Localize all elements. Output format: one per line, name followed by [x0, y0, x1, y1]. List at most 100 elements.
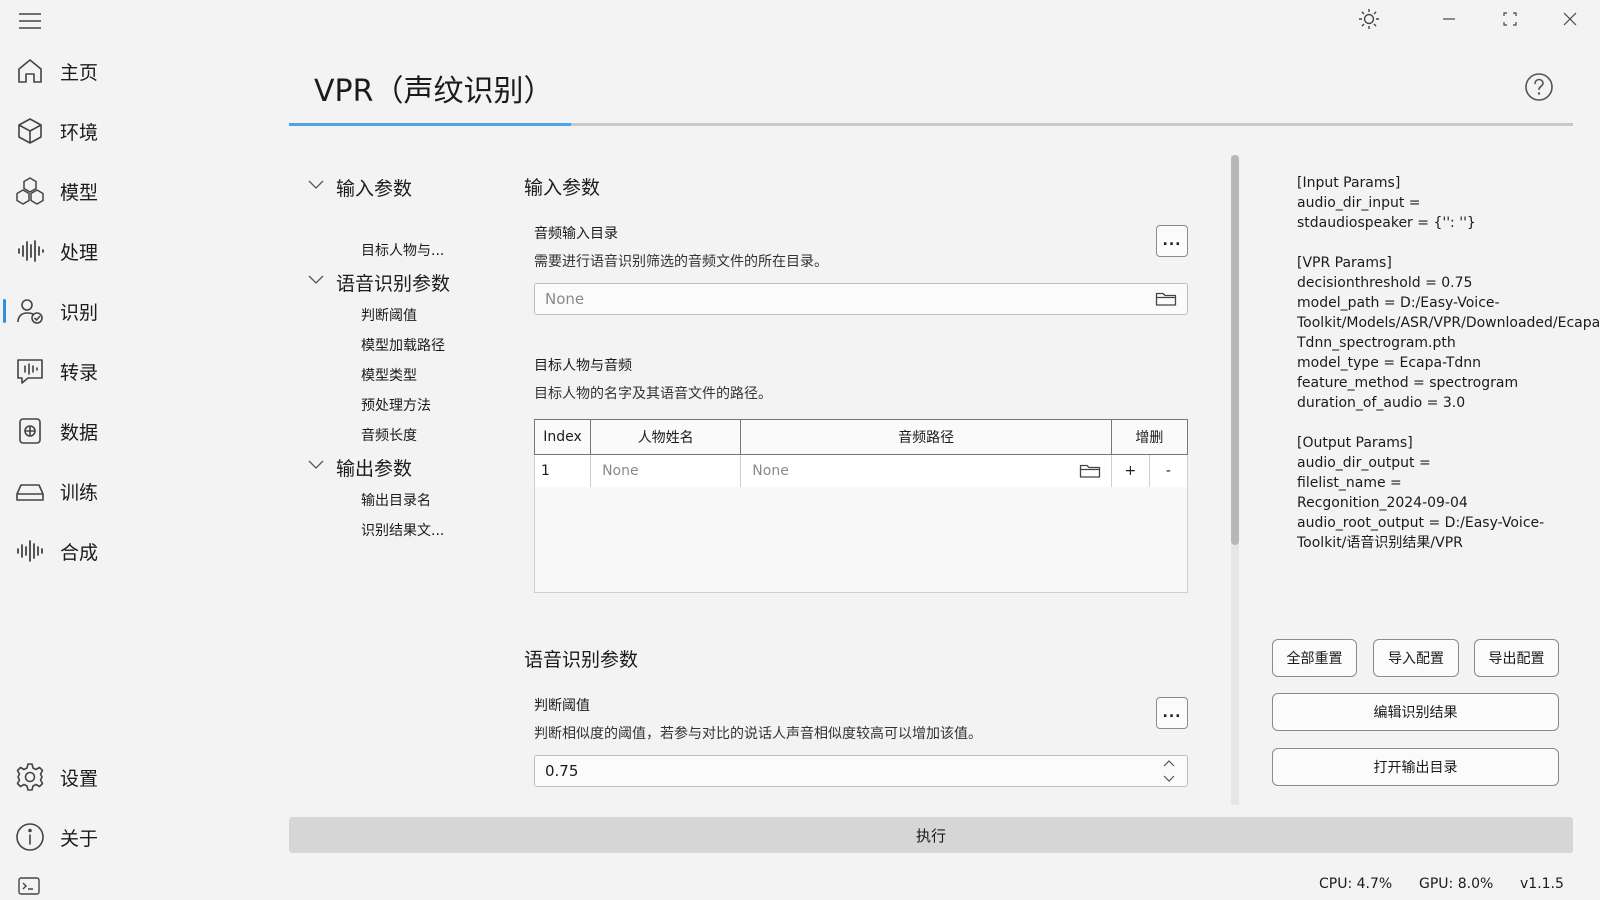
field-title-threshold: 判断阈值 — [534, 698, 590, 714]
chevron-down-icon — [308, 460, 324, 469]
chevron-down-icon[interactable] — [1163, 775, 1175, 783]
sidebar-item-synthesis[interactable]: 合成 — [0, 523, 270, 579]
reset-all-button[interactable]: 全部重置 — [1272, 639, 1357, 677]
row-index: 1 — [533, 454, 592, 488]
threshold-value: 0.75 — [545, 762, 579, 780]
tree-group-vpr[interactable]: 语音识别参数 — [308, 267, 508, 295]
tree-group-output[interactable]: 输出参数 — [308, 452, 488, 480]
audio-dir-input[interactable]: None — [534, 283, 1188, 315]
column-header-path: 音频路径 — [740, 419, 1112, 455]
sidebar-item-train[interactable]: 训练 — [0, 463, 270, 519]
sidebar-item-models[interactable]: 模型 — [0, 163, 270, 219]
open-output-dir-button[interactable]: 打开输出目录 — [1272, 748, 1559, 786]
tree-item-targets[interactable]: 目标人物与... — [361, 240, 444, 260]
drive-icon — [14, 475, 46, 507]
minimize-icon — [1443, 18, 1455, 20]
tree-item-result-file[interactable]: 识别结果文... — [361, 520, 444, 540]
tree-group-label: 输出参数 — [336, 458, 413, 480]
threshold-more-button[interactable]: ... — [1156, 697, 1188, 729]
maximize-icon — [1503, 12, 1517, 26]
sidebar-item-label: 转录 — [60, 361, 99, 384]
field-title-audio-dir: 音频输入目录 — [534, 226, 618, 242]
sidebar-item-label: 环境 — [60, 121, 99, 144]
sidebar-item-transcribe[interactable]: 转录 — [0, 343, 270, 399]
progress-fill — [289, 123, 572, 126]
tree-item-feature-method[interactable]: 预处理方法 — [361, 395, 431, 415]
transcribe-icon — [14, 355, 46, 387]
run-button[interactable]: 执行 — [289, 817, 1573, 853]
voice-id-icon — [14, 295, 46, 327]
database-icon — [14, 415, 46, 447]
table-header-row: Index 人物姓名 音频路径 增删 — [533, 419, 1189, 455]
tree-item-output-dir[interactable]: 输出目录名 — [361, 490, 431, 510]
waveform-icon — [14, 235, 46, 267]
tree-item-audio-dir[interactable]: 音频输入目录 — [361, 210, 445, 230]
sidebar-item-label: 设置 — [60, 767, 99, 790]
person-name-input[interactable]: None — [590, 454, 742, 488]
folder-icon[interactable] — [1155, 290, 1177, 308]
theme-toggle-button[interactable] — [1340, 0, 1398, 38]
close-icon — [1563, 12, 1577, 26]
audio-path-placeholder: None — [752, 463, 789, 479]
chevron-up-icon[interactable] — [1163, 759, 1175, 767]
tree-item-model-path[interactable]: 模型加载路径 — [361, 335, 445, 355]
tree-item-duration[interactable]: 音频长度 — [361, 425, 417, 445]
section-title-vpr: 语音识别参数 — [524, 649, 639, 671]
section-title-input: 输入参数 — [524, 177, 601, 199]
import-config-button[interactable]: 导入配置 — [1373, 639, 1459, 677]
sidebar-item-data[interactable]: 数据 — [0, 403, 270, 459]
threshold-spinbox[interactable]: 0.75 — [534, 755, 1188, 787]
sidebar-item-recognition[interactable]: 识别 — [0, 283, 270, 339]
progress-track — [289, 123, 1573, 126]
field-desc-audio-dir: 需要进行语音识别筛选的音频文件的所在目录。 — [534, 254, 828, 270]
sidebar-item-label: 主页 — [60, 61, 99, 84]
params-preview: [Input Params] audio_dir_input = stdaudi… — [1297, 175, 1600, 551]
edit-results-button[interactable]: 编辑识别结果 — [1272, 693, 1559, 731]
audio-dir-more-button[interactable]: ... — [1156, 225, 1188, 257]
field-title-targets: 目标人物与音频 — [534, 358, 632, 374]
field-desc-threshold: 判断相似度的阈值，若参与对比的说话人声音相似度较高可以增加该值。 — [534, 726, 982, 742]
chevron-down-icon — [308, 275, 324, 284]
tree-group-label: 输入参数 — [336, 178, 413, 200]
tree-group-label: 语音识别参数 — [336, 273, 451, 295]
console-button[interactable] — [17, 876, 43, 896]
chevron-down-icon — [308, 180, 324, 189]
field-desc-targets: 目标人物的名字及其语音文件的路径。 — [534, 386, 772, 402]
sidebar-item-label: 训练 — [60, 481, 99, 504]
scrollbar-thumb[interactable] — [1231, 155, 1239, 545]
folder-icon[interactable] — [1079, 462, 1101, 480]
info-icon — [14, 821, 46, 853]
tree-item-model-type[interactable]: 模型类型 — [361, 365, 417, 385]
synthesis-icon — [14, 535, 46, 567]
sidebar-item-home[interactable]: 主页 — [0, 43, 270, 99]
sidebar-item-label: 数据 — [60, 421, 99, 444]
close-button[interactable] — [1541, 0, 1599, 38]
audio-path-input[interactable]: None — [740, 454, 1112, 488]
sun-icon — [1359, 9, 1379, 29]
sidebar: 主页 环境 模型 处理 识别 转录 数据 训练 合成 设置 关于 — [0, 0, 270, 900]
sidebar-item-label: 合成 — [60, 541, 99, 564]
sidebar-item-label: 处理 — [60, 241, 99, 264]
export-config-button[interactable]: 导出配置 — [1474, 639, 1559, 677]
sidebar-item-about[interactable]: 关于 — [0, 809, 270, 865]
help-button[interactable] — [1524, 72, 1556, 104]
tree-group-input[interactable]: 输入参数 — [308, 172, 488, 200]
table-empty-area — [534, 487, 1188, 593]
target-person-table: Index 人物姓名 音频路径 增删 1 None None + - — [533, 419, 1189, 488]
version-label: v1.1.5 — [1520, 876, 1564, 892]
minimize-button[interactable] — [1420, 0, 1478, 38]
add-row-button[interactable]: + — [1110, 454, 1150, 488]
maximize-button[interactable] — [1481, 0, 1539, 38]
column-header-name: 人物姓名 — [590, 419, 742, 455]
table-row: 1 None None + - — [533, 454, 1189, 488]
tree-item-threshold[interactable]: 判断阈值 — [361, 305, 417, 325]
sidebar-item-label: 关于 — [60, 827, 99, 850]
sidebar-item-process[interactable]: 处理 — [0, 223, 270, 279]
help-icon — [1525, 73, 1553, 101]
sidebar-item-environment[interactable]: 环境 — [0, 103, 270, 159]
sidebar-item-settings[interactable]: 设置 — [0, 749, 270, 805]
audio-dir-placeholder: None — [545, 290, 585, 308]
sidebar-item-label: 识别 — [60, 301, 99, 324]
remove-row-button[interactable]: - — [1148, 454, 1189, 488]
home-icon — [14, 55, 46, 87]
